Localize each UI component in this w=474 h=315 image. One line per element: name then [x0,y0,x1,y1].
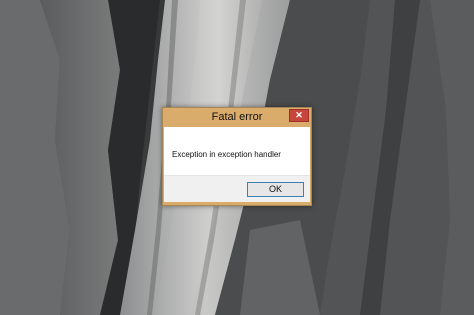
close-icon: ✕ [295,110,303,120]
dialog-content: Exception in exception handler OK [164,127,310,202]
fatal-error-dialog: Fatal error ✕ Exception in exception han… [162,107,312,206]
error-message: Exception in exception handler [172,150,281,159]
dialog-titlebar[interactable]: Fatal error ✕ [163,108,311,127]
dialog-button-bar: OK [164,175,310,202]
ok-button[interactable]: OK [247,182,304,197]
close-button[interactable]: ✕ [289,109,309,122]
